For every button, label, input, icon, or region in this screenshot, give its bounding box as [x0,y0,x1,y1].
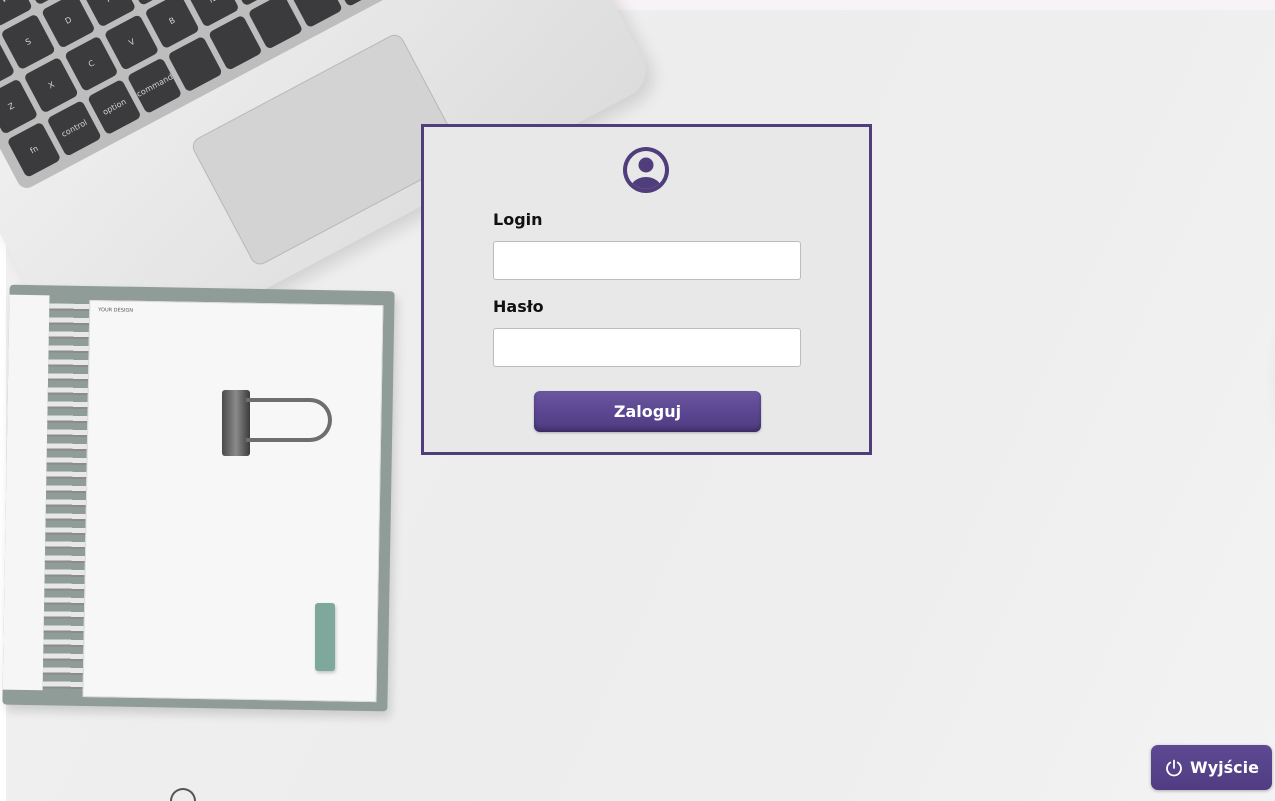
login-button[interactable]: Zaloguj [534,391,761,432]
notebook-left-page [2,294,50,691]
exit-button[interactable]: Wyjście [1151,745,1272,790]
power-icon [1166,759,1182,776]
notebook-spiral [42,303,90,694]
notebook-page: YOUR DESIGN [82,300,384,703]
eraser-image [315,603,335,671]
binder-clip-handle [246,398,332,442]
password-input[interactable] [493,328,801,367]
notebook-image: YOUR DESIGN [2,284,399,712]
notebook-tag: YOUR DESIGN [98,307,134,314]
user-avatar-icon [623,147,669,193]
paperclip-image [170,788,196,801]
right-edge-shadow [1265,280,1275,480]
login-input[interactable] [493,241,801,280]
login-label: Login [493,210,543,229]
login-panel: Login Hasło Zaloguj [421,124,872,455]
exit-label: Wyjście [1190,758,1259,777]
password-label: Hasło [493,297,544,316]
